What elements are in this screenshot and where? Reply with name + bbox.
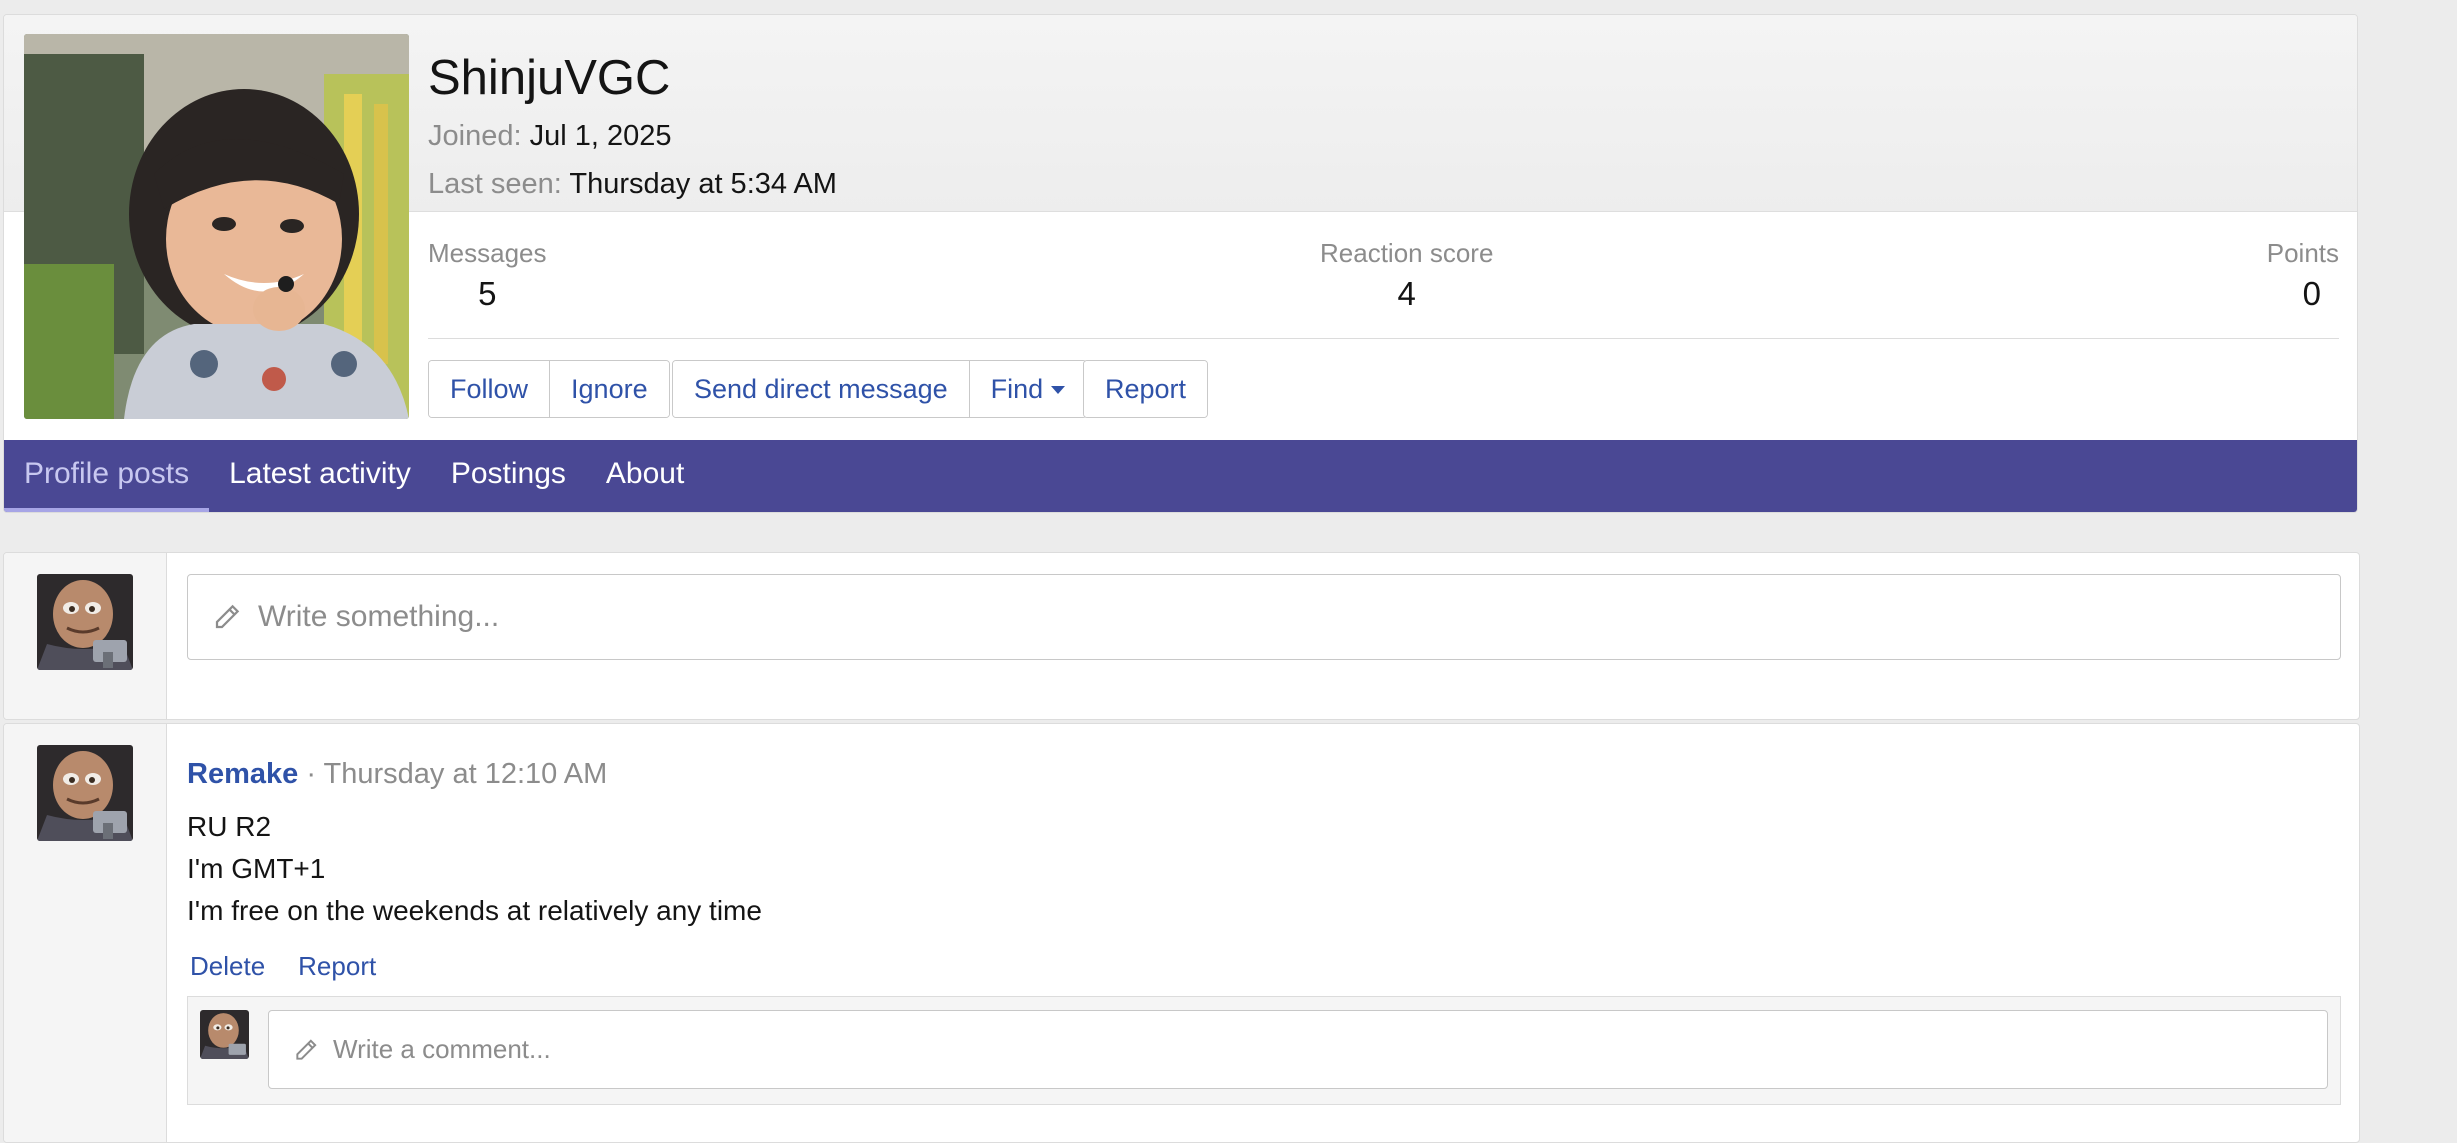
- stat-reaction-label: Reaction score: [1320, 238, 1494, 268]
- report-member-button[interactable]: Report: [1084, 361, 1208, 417]
- current-user-avatar[interactable]: [37, 574, 133, 670]
- post-timestamp[interactable]: Thursday at 12:10 AM: [324, 758, 608, 790]
- report-group: Report: [1083, 360, 1209, 418]
- tab-postings[interactable]: Postings: [431, 440, 586, 512]
- comment-user-avatar[interactable]: [200, 1010, 249, 1059]
- profile-tabs: Profile posts Latest activity Postings A…: [4, 440, 2357, 512]
- pencil-icon: [296, 1038, 317, 1060]
- profile-avatar[interactable]: [24, 34, 409, 419]
- report-post-link[interactable]: Report: [298, 951, 376, 982]
- post-header: Remake · Thursday at 12:10 AM: [187, 754, 607, 794]
- chevron-down-icon: [1051, 386, 1066, 394]
- profile-post: Remake · Thursday at 12:10 AM RU R2 I'm …: [3, 723, 2360, 1143]
- post-line: I'm free on the weekends at relatively a…: [187, 895, 762, 926]
- tab-latest-activity[interactable]: Latest activity: [209, 440, 431, 512]
- tab-about[interactable]: About: [586, 440, 704, 512]
- joined-label: Joined:: [428, 120, 522, 152]
- profile-post-composer: Write something...: [3, 552, 2360, 720]
- send-direct-message-button[interactable]: Send direct message: [673, 361, 969, 417]
- find-menu-button[interactable]: Find: [968, 361, 1087, 417]
- write-comment-placeholder: Write a comment...: [333, 1034, 551, 1064]
- last-seen: Last seen: Thursday at 5:34 AM: [428, 164, 837, 204]
- stat-points-label: Points: [2266, 238, 2339, 268]
- stat-reaction-value[interactable]: 4: [1320, 271, 1493, 317]
- post-actions: Delete Report: [190, 951, 376, 982]
- joined-date: Joined: Jul 1, 2025: [428, 116, 671, 156]
- follow-button[interactable]: Follow: [429, 361, 550, 417]
- stats-divider: [428, 338, 2339, 339]
- post-author-avatar[interactable]: [37, 745, 133, 841]
- ignore-button[interactable]: Ignore: [549, 361, 669, 417]
- stat-points-value[interactable]: 0: [2267, 271, 2339, 317]
- post-separator: ·: [306, 758, 316, 790]
- last-seen-value: Thursday at 5:34 AM: [569, 168, 837, 200]
- post-line: I'm GMT+1: [187, 853, 326, 884]
- write-comment-input[interactable]: Write a comment...: [268, 1010, 2328, 1089]
- stat-reaction-score: Reaction score 4: [1320, 235, 1493, 317]
- write-something-input[interactable]: Write something...: [187, 574, 2341, 660]
- profile-username: ShinjuVGC: [428, 51, 671, 105]
- delete-post-link[interactable]: Delete: [190, 951, 265, 982]
- member-profile-header: ShinjuVGC Joined: Jul 1, 2025 Last seen:…: [3, 14, 2358, 513]
- comment-composer: Write a comment...: [187, 996, 2341, 1105]
- last-seen-label: Last seen:: [428, 168, 562, 200]
- find-button-label: Find: [990, 374, 1044, 404]
- post-line: RU R2: [187, 811, 272, 842]
- joined-value: Jul 1, 2025: [529, 120, 672, 152]
- stat-messages-label: Messages: [428, 238, 547, 268]
- tab-profile-posts[interactable]: Profile posts: [4, 440, 210, 512]
- stat-messages-value[interactable]: 5: [428, 271, 547, 317]
- post-author-link[interactable]: Remake: [187, 758, 298, 790]
- post-content: RU R2 I'm GMT+1 I'm free on the weekends…: [187, 806, 762, 932]
- pencil-icon: [215, 604, 240, 629]
- stat-messages: Messages 5: [428, 235, 547, 317]
- message-find-group: Send direct message Find: [672, 360, 1088, 418]
- stat-points: Points 0: [2267, 235, 2339, 317]
- write-something-placeholder: Write something...: [258, 600, 500, 633]
- follow-ignore-group: Follow Ignore: [428, 360, 670, 418]
